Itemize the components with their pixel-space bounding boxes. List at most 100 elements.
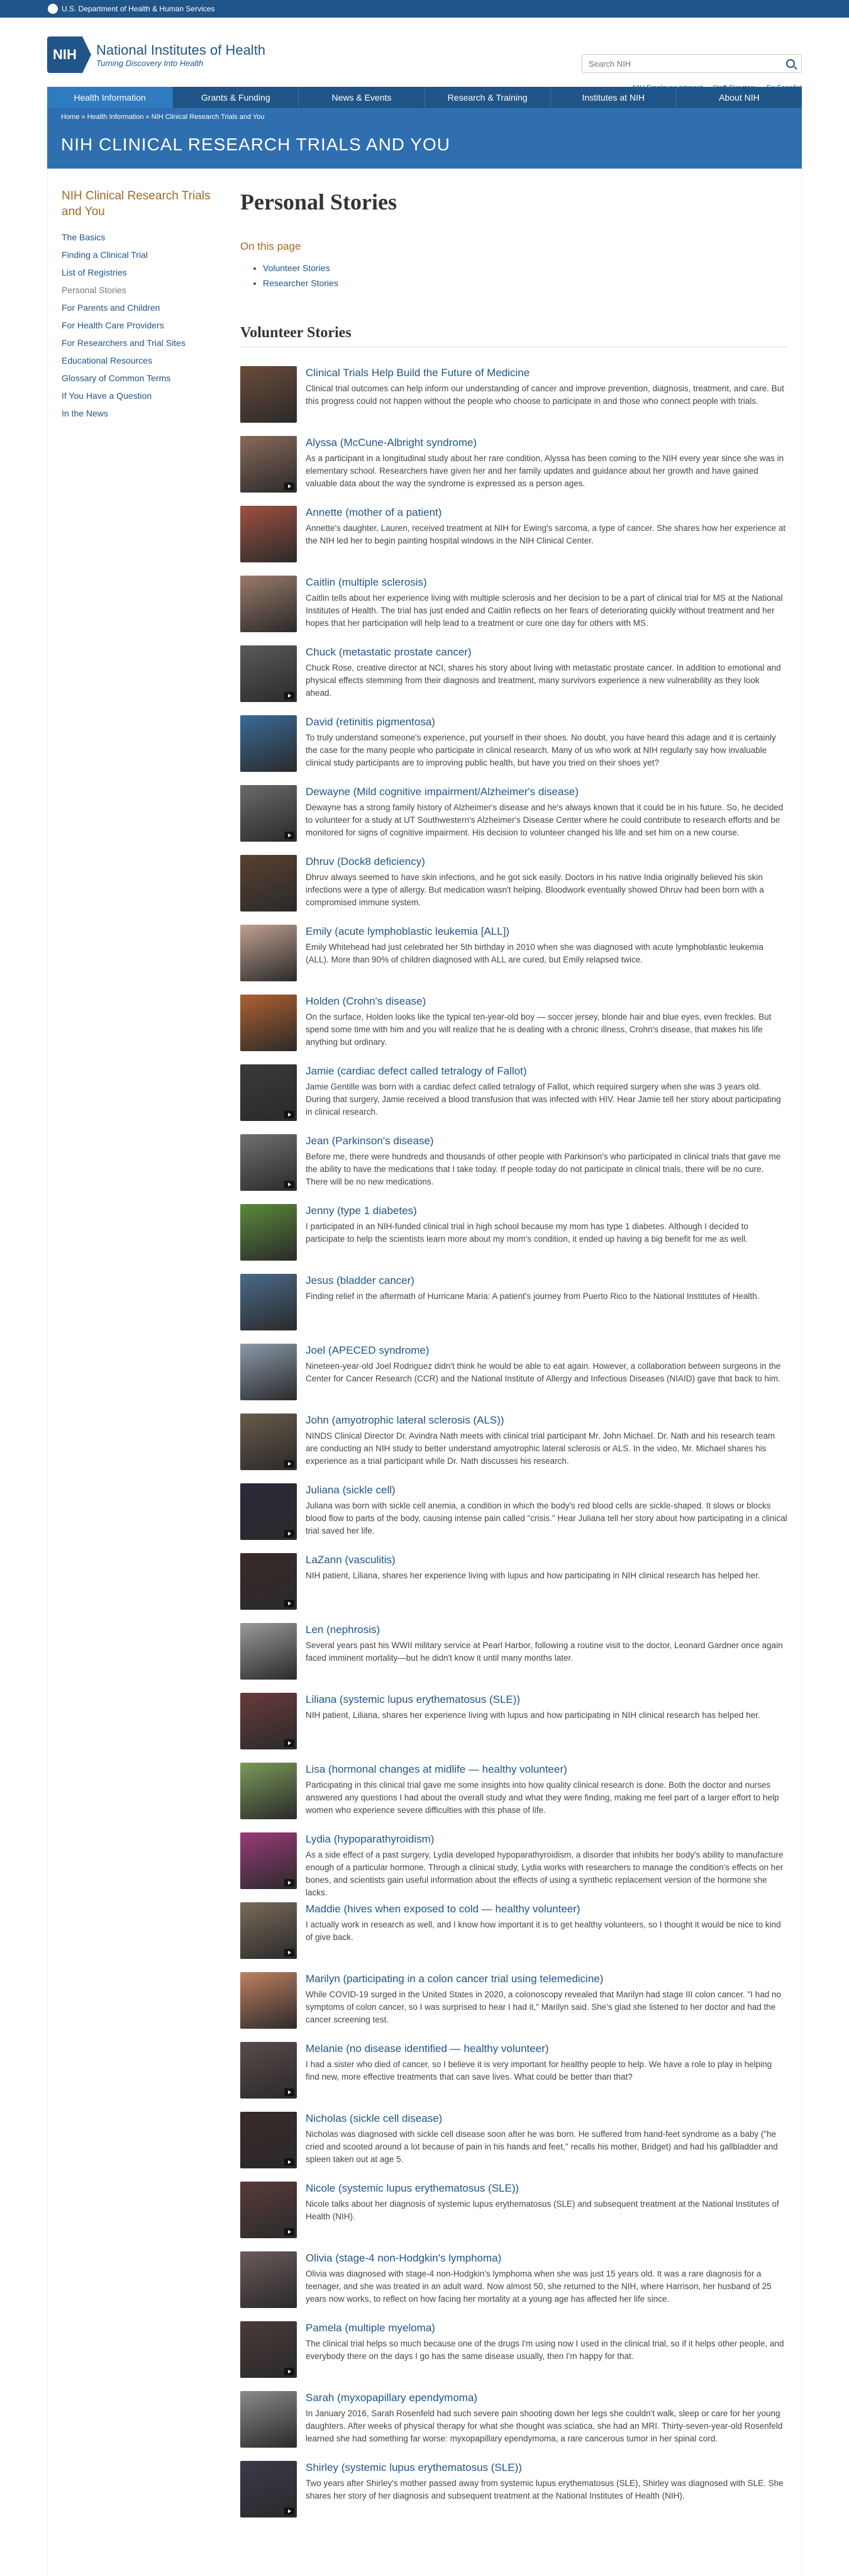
story-condition-link[interactable]: (hypoparathyroidism) [331,1833,435,1845]
story-title-link[interactable]: Chuck [306,646,336,658]
story-thumbnail[interactable] [240,1902,297,1959]
sidebar-item-parents-children[interactable]: For Parents and Children [62,299,219,316]
story-thumbnail[interactable] [240,855,297,912]
breadcrumb-home[interactable]: Home [61,113,79,121]
story-title-link[interactable]: Lisa [306,1763,325,1775]
story-title-link[interactable]: Len [306,1624,323,1636]
story-thumbnail[interactable] [240,2391,297,2448]
story-thumbnail[interactable] [240,1134,297,1191]
story-title-link[interactable]: Nicole [306,2182,335,2194]
story-condition-link[interactable]: (cardiac defect called tetralogy of Fall… [334,1065,526,1077]
story-thumbnail[interactable] [240,366,297,423]
story-condition-link[interactable]: (no disease identified — healthy volunte… [343,2043,548,2055]
nav-research-training[interactable]: Research & Training [425,87,551,108]
story-condition-link[interactable]: (systemic lupus erythematosus (SLE)) [335,2182,519,2194]
story-thumbnail[interactable] [240,645,297,702]
story-condition-link[interactable]: (systemic lupus erythematosus (SLE)) [338,2462,522,2473]
story-thumbnail[interactable] [240,785,297,842]
story-condition-link[interactable]: (mother of a patient) [343,506,441,518]
sidebar-item-finding-trial[interactable]: Finding a Clinical Trial [62,246,219,264]
sidebar-item-researchers[interactable]: For Researchers and Trial Sites [62,334,219,352]
story-title-link[interactable]: Marilyn [306,1973,340,1985]
hhs-link[interactable]: U.S. Department of Health & Human Servic… [62,4,214,13]
story-title-link[interactable]: Jean [306,1135,329,1147]
story-condition-link[interactable]: (stage-4 non-Hodgkin's lymphoma) [333,2252,501,2264]
story-title-link[interactable]: Melanie [306,2043,343,2055]
story-condition-link[interactable]: (Dock8 deficiency) [334,856,425,867]
story-condition-link[interactable]: (Parkinson's disease) [329,1135,434,1147]
story-thumbnail[interactable] [240,1972,297,2029]
story-title-link[interactable]: Pamela [306,2322,342,2334]
story-condition-link[interactable]: (amyotrophic lateral sclerosis (ALS)) [329,1414,504,1426]
story-thumbnail[interactable] [240,1553,297,1610]
story-thumbnail[interactable] [240,715,297,772]
story-title-link[interactable]: Joel [306,1344,325,1356]
story-title-link[interactable]: Liliana [306,1693,336,1705]
sidebar-item-health-care-providers[interactable]: For Health Care Providers [62,316,219,334]
story-title-link[interactable]: Dhruv [306,856,334,867]
story-thumbnail[interactable] [240,1344,297,1400]
story-thumbnail[interactable] [240,2042,297,2099]
story-title-link[interactable]: Caitlin [306,576,335,588]
story-title-link[interactable]: Sarah [306,2392,334,2404]
story-condition-link[interactable]: (nephrosis) [323,1624,380,1636]
story-thumbnail[interactable] [240,1832,297,1889]
nav-news-events[interactable]: News & Events [299,87,425,108]
sidebar-item-basics[interactable]: The Basics [62,228,219,246]
story-title-link[interactable]: Clinical Trials Help Build the Future of… [306,367,530,379]
story-title-link[interactable]: Holden [306,995,340,1007]
espanol-link[interactable]: En Español [767,84,802,92]
story-condition-link[interactable]: (hormonal changes at midlife — healthy v… [325,1763,567,1775]
story-thumbnail[interactable] [240,1693,297,1749]
story-condition-link[interactable]: (retinitis pigmentosa) [333,716,435,728]
story-title-link[interactable]: Dewayne [306,786,350,798]
story-title-link[interactable]: Emily [306,925,332,937]
story-title-link[interactable]: LaZann [306,1554,342,1566]
story-thumbnail[interactable] [240,1204,297,1261]
story-thumbnail[interactable] [240,2112,297,2168]
story-condition-link[interactable]: (metastatic prostate cancer) [336,646,472,658]
story-thumbnail[interactable] [240,576,297,632]
story-condition-link[interactable]: (vasculitis) [342,1554,395,1566]
story-thumbnail[interactable] [240,1413,297,1470]
story-condition-link[interactable]: (bladder cancer) [333,1274,414,1286]
story-thumbnail[interactable] [240,1763,297,1819]
employee-intranet-link[interactable]: NIH Employee Intranet [633,84,702,92]
story-condition-link[interactable]: (acute lymphoblastic leukemia [ALL]) [332,925,509,937]
story-thumbnail[interactable] [240,1483,297,1540]
story-condition-link[interactable]: (Mild cognitive impairment/Alzheimer's d… [350,786,579,798]
breadcrumb-health-information[interactable]: Health Information [87,113,144,121]
story-title-link[interactable]: John [306,1414,329,1426]
story-title-link[interactable]: Jesus [306,1274,333,1286]
sidebar-item-registries[interactable]: List of Registries [62,264,219,281]
search-input[interactable] [589,59,786,69]
story-condition-link[interactable]: (participating in a colon cancer trial u… [340,1973,604,1985]
sidebar-item-news[interactable]: In the News [62,404,219,422]
sidebar-item-personal-stories[interactable]: Personal Stories [62,281,219,299]
search-icon[interactable] [786,59,795,68]
story-thumbnail[interactable] [240,2182,297,2238]
story-title-link[interactable]: Alyssa [306,437,337,449]
story-condition-link[interactable]: (myxopapillary ependymoma) [334,2392,477,2404]
story-title-link[interactable]: Annette [306,506,343,518]
story-title-link[interactable]: Jamie [306,1065,334,1077]
story-thumbnail[interactable] [240,2251,297,2308]
story-title-link[interactable]: Maddie [306,1903,341,1915]
otp-volunteer-stories-link[interactable]: Volunteer Stories [263,263,330,273]
story-thumbnail[interactable] [240,506,297,562]
story-condition-link[interactable]: (McCune-Albright syndrome) [337,437,477,449]
story-thumbnail[interactable] [240,2461,297,2517]
story-thumbnail[interactable] [240,1623,297,1680]
story-condition-link[interactable]: (type 1 diabetes) [334,1205,417,1217]
story-thumbnail[interactable] [240,1064,297,1121]
breadcrumb-current[interactable]: NIH Clinical Research Trials and You [152,113,265,121]
sidebar-item-educational-resources[interactable]: Educational Resources [62,352,219,369]
story-title-link[interactable]: Lydia [306,1833,331,1845]
story-thumbnail[interactable] [240,2321,297,2378]
story-condition-link[interactable]: (multiple myeloma) [342,2322,435,2334]
story-condition-link[interactable]: (APECED syndrome) [325,1344,430,1356]
sidebar-item-glossary[interactable]: Glossary of Common Terms [62,369,219,387]
story-thumbnail[interactable] [240,925,297,981]
story-condition-link[interactable]: (systemic lupus erythematosus (SLE)) [336,1693,520,1705]
nav-health-information[interactable]: Health Information [47,87,174,108]
